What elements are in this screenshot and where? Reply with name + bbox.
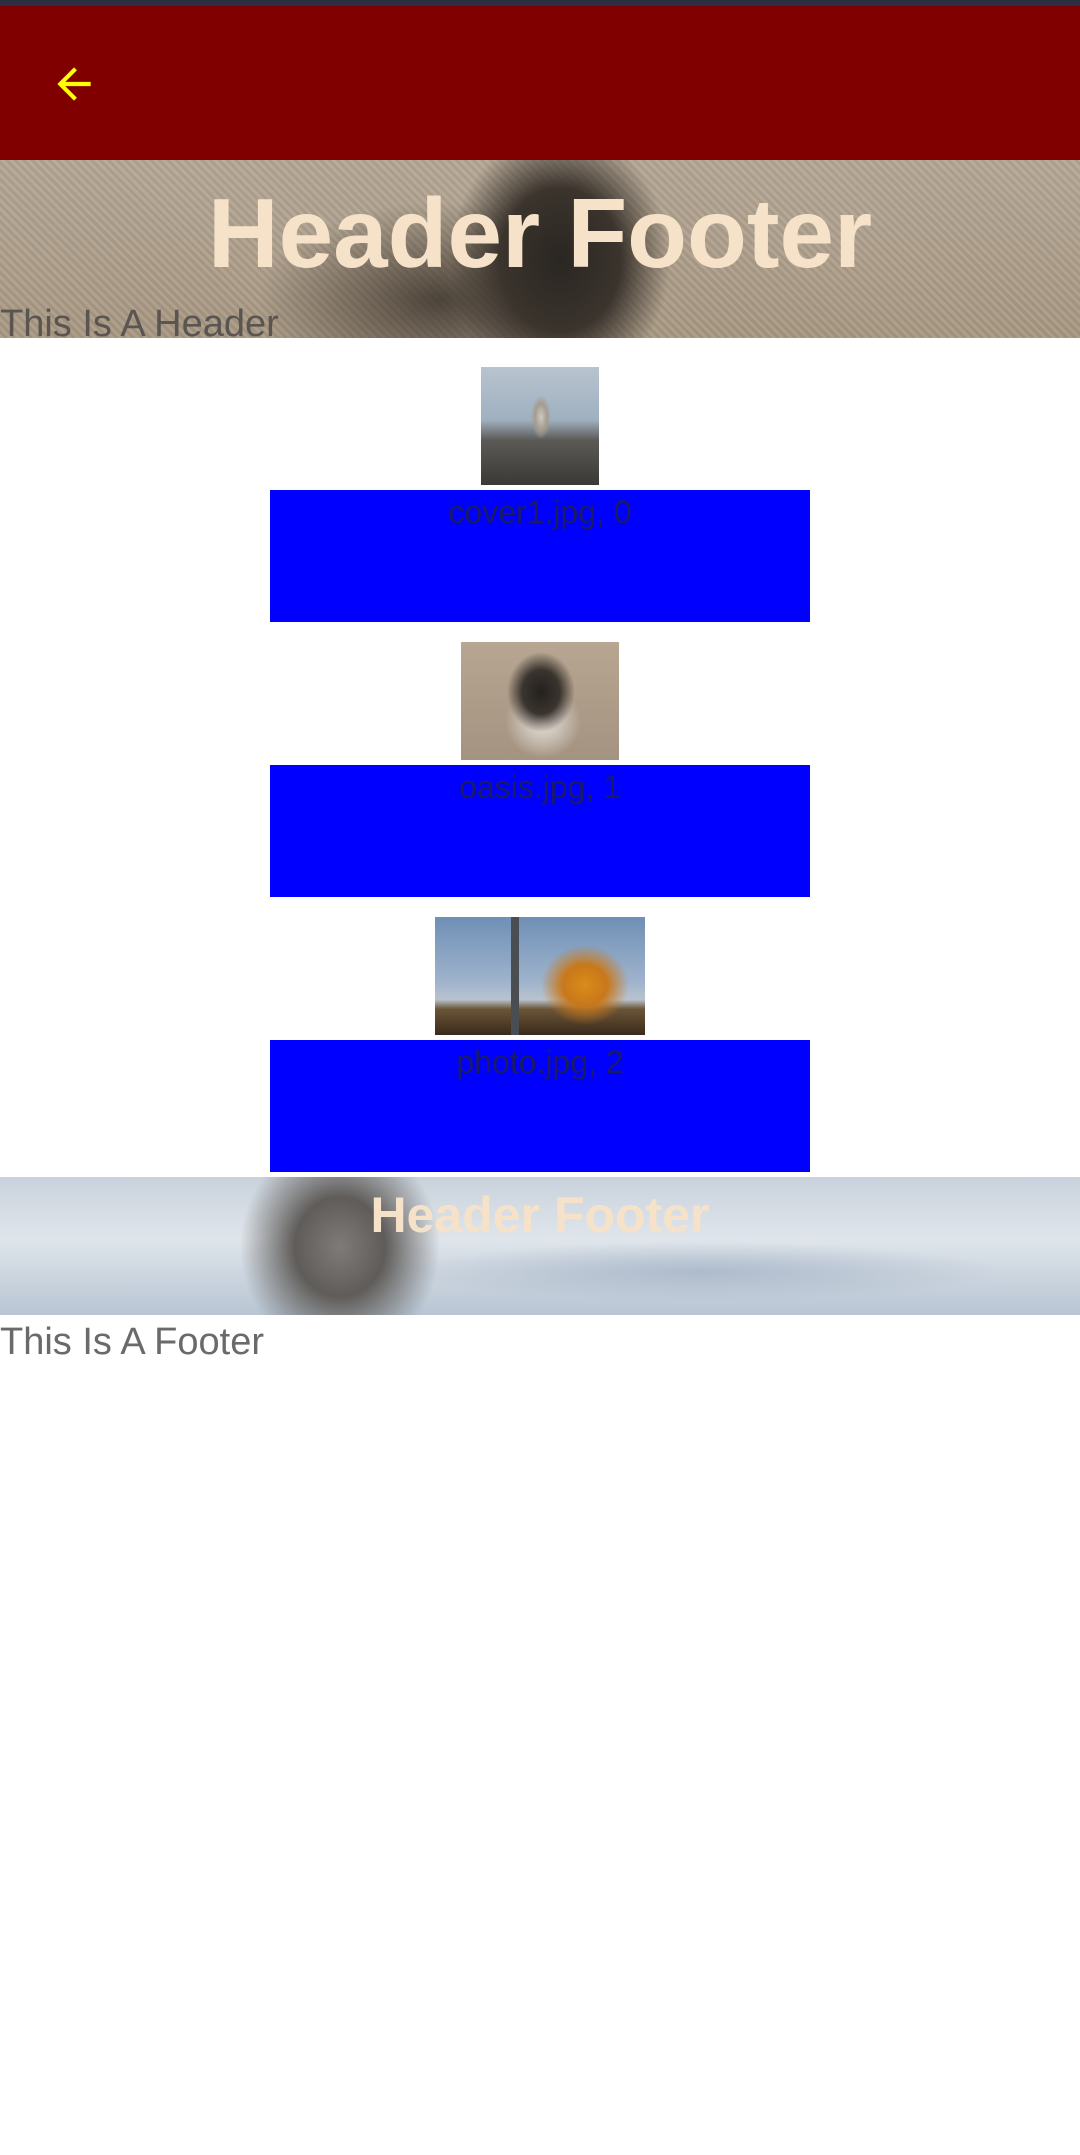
list-item-label: photo.jpg, 2: [456, 1044, 624, 1080]
thumbnail-cover1[interactable]: [481, 367, 599, 485]
back-button[interactable]: [36, 46, 112, 122]
app-bar: [0, 6, 1080, 160]
arrow-back-icon: [57, 67, 91, 101]
header-subtitle: This Is A Header: [0, 303, 279, 345]
footer-banner: Header Footer: [0, 1177, 1080, 1315]
list-item[interactable]: oasis.jpg, 1: [270, 765, 810, 897]
footer-title: Header Footer: [370, 1187, 710, 1243]
thumbnail-photo[interactable]: [435, 917, 645, 1035]
footer-subtitle: This Is A Footer: [0, 1321, 264, 1363]
list-item[interactable]: cover1.jpg, 0: [270, 490, 810, 622]
header-title: Header Footer: [207, 178, 873, 288]
thumbnail-oasis[interactable]: [461, 642, 619, 760]
list-item-label: cover1.jpg, 0: [448, 494, 632, 530]
list-item-label: oasis.jpg, 1: [459, 769, 621, 805]
list-item[interactable]: photo.jpg, 2: [270, 1040, 810, 1172]
